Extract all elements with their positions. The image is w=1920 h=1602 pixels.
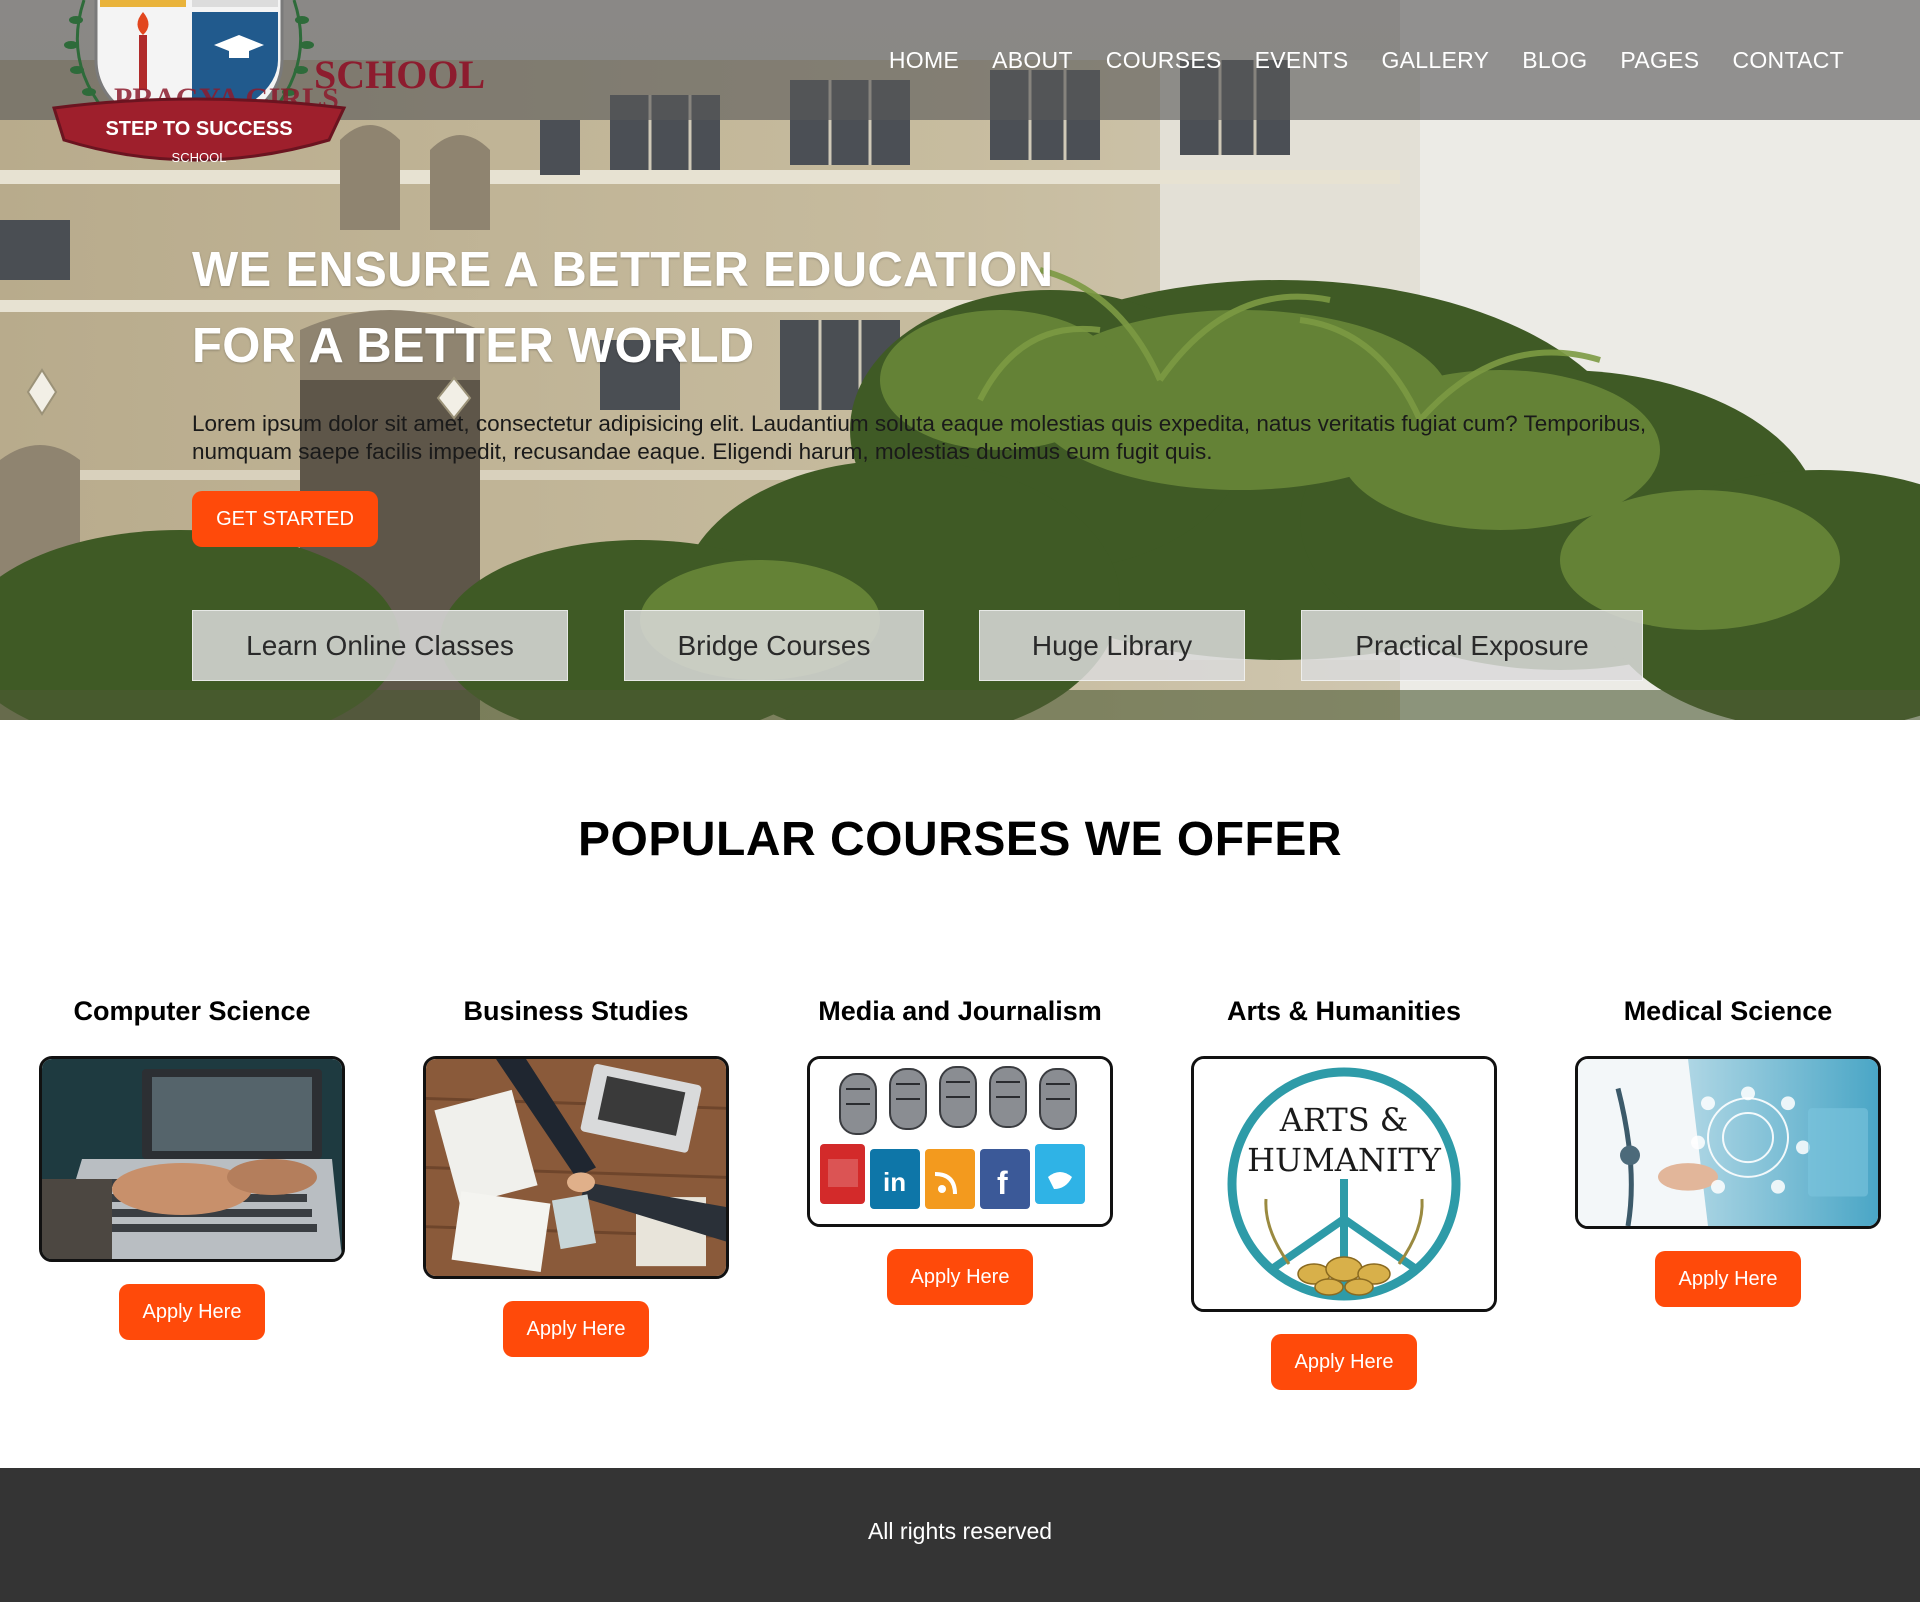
business-handshake-image[interactable]	[423, 1056, 729, 1279]
hero-section: HOME ABOUT COURSES EVENTS GALLERY BLOG P…	[0, 0, 1920, 720]
course-card-computer-science: Computer Science Apply Here	[0, 990, 384, 1340]
hero-title: WE ENSURE A BETTER EDUCATION FOR A BETTE…	[192, 232, 1053, 384]
logo-ribbon-text: STEP TO SUCCESS	[105, 118, 292, 140]
apply-here-button[interactable]: Apply Here	[1271, 1334, 1417, 1390]
nav-contact[interactable]: CONTACT	[1699, 44, 1844, 76]
courses-section-title: POPULAR COURSES WE OFFER	[577, 813, 1343, 866]
course-title: Media and Journalism	[818, 996, 1102, 1026]
nav-blog[interactable]: BLOG	[1489, 44, 1587, 76]
arts-humanity-peace-image[interactable]: ARTS & HUMANITY	[1191, 1056, 1497, 1312]
school-logo[interactable]: SCHOOL PRAGYA GIRLS STEP TO SUCCESS SCHO…	[44, 0, 504, 200]
apply-here-button[interactable]: Apply Here	[887, 1249, 1033, 1305]
nav-home[interactable]: HOME	[856, 44, 959, 76]
course-title: Arts & Humanities	[1226, 996, 1462, 1026]
course-card-arts-humanities: Arts & Humanities ARTS & HUMANITY Apply …	[1152, 990, 1536, 1390]
course-card-medical-science: Medical Science Apply Here	[1536, 990, 1920, 1307]
svg-text:in: in	[883, 1167, 906, 1197]
nav-pages[interactable]: PAGES	[1587, 44, 1699, 76]
microphones-social-media-image[interactable]: in f	[807, 1056, 1113, 1227]
course-title: Business Studies	[463, 996, 689, 1026]
arts-image-text-2: HUMANITY	[1247, 1141, 1442, 1179]
footer-copyright-text: All rights reserved	[867, 1518, 1053, 1544]
get-started-button[interactable]: GET STARTED	[192, 491, 378, 547]
course-card-business-studies: Business Studies Apply Here	[384, 990, 768, 1357]
course-title: Computer Science	[73, 996, 311, 1026]
page-footer: All rights reserved	[0, 1468, 1920, 1602]
feature-practical-exposure[interactable]: Practical Exposure	[1301, 610, 1643, 681]
course-card-media-journalism: Media and Journalism in f Apply Here	[768, 990, 1152, 1305]
apply-here-button[interactable]: Apply Here	[119, 1284, 265, 1340]
laptop-typing-image[interactable]	[39, 1056, 345, 1262]
apply-here-button[interactable]: Apply Here	[503, 1301, 649, 1357]
hero-title-line-2: FOR A BETTER WORLD	[192, 319, 755, 373]
hero-title-line-1: WE ENSURE A BETTER EDUCATION	[192, 243, 1054, 297]
nav-events[interactable]: EVENTS	[1222, 44, 1349, 76]
nav-gallery[interactable]: GALLERY	[1348, 44, 1489, 76]
arts-image-text-1: ARTS &	[1279, 1101, 1409, 1139]
hero-description: Lorem ipsum dolor sit amet, consectetur …	[192, 411, 1647, 464]
feature-huge-library[interactable]: Huge Library	[979, 610, 1245, 681]
svg-text:f: f	[997, 1165, 1008, 1201]
feature-online-classes[interactable]: Learn Online Classes	[192, 610, 568, 681]
apply-here-button[interactable]: Apply Here	[1655, 1251, 1801, 1307]
nav-courses[interactable]: COURSES	[1073, 44, 1222, 76]
logo-sub-text: SCHOOL	[172, 150, 227, 165]
nav-menu: HOME ABOUT COURSES EVENTS GALLERY BLOG P…	[856, 44, 1844, 76]
logo-school-name: SCHOOL	[314, 52, 485, 97]
doctor-digital-health-image[interactable]	[1575, 1056, 1881, 1229]
feature-bridge-courses[interactable]: Bridge Courses	[624, 610, 924, 681]
nav-about[interactable]: ABOUT	[959, 44, 1073, 76]
course-title: Medical Science	[1623, 996, 1833, 1026]
